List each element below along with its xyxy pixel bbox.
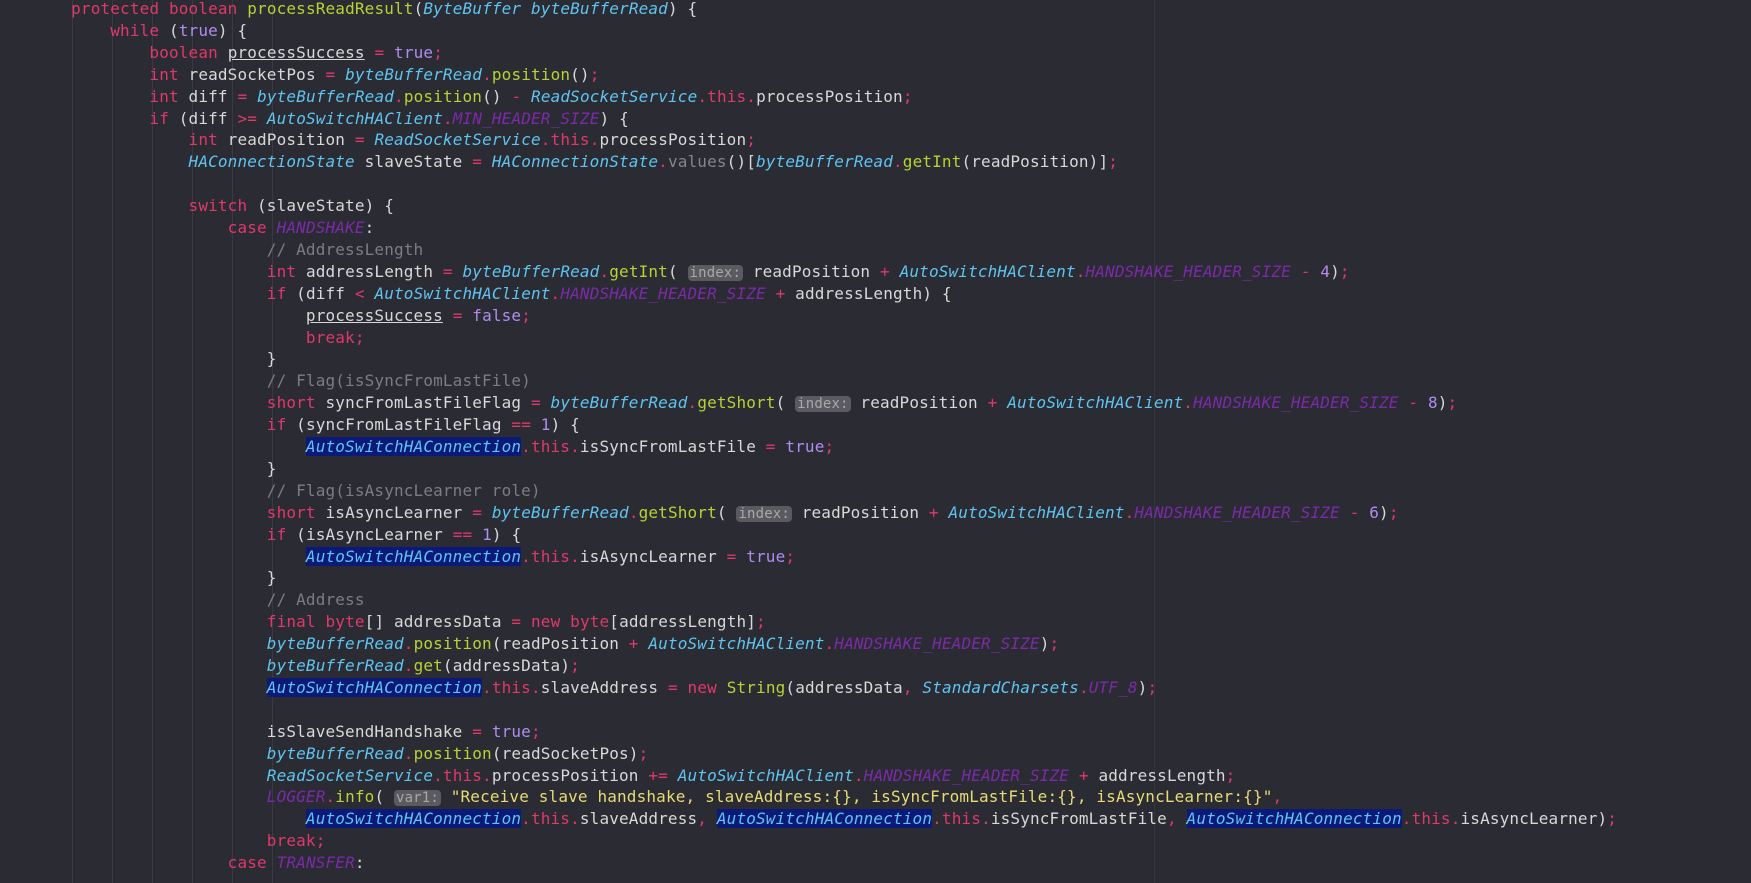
code-line[interactable]: int addressLength = byteBufferRead.getIn…	[32, 261, 1350, 283]
code-line[interactable]: // Flag(isAsyncLearner role)	[32, 480, 541, 502]
code-line[interactable]: processSuccess = false;	[32, 305, 531, 327]
code-editor[interactable]: protected boolean processReadResult(Byte…	[0, 0, 1751, 883]
code-line[interactable]: if (diff >= AutoSwitchHAClient.MIN_HEADE…	[32, 108, 629, 130]
code-line[interactable]: isSlaveSendHandshake = true;	[32, 721, 541, 743]
code-line[interactable]: // Flag(isSyncFromLastFile)	[32, 370, 531, 392]
code-line[interactable]: AutoSwitchHAConnection.this.slaveAddress…	[32, 677, 1157, 699]
code-line[interactable]: int readSocketPos = byteBufferRead.posit…	[32, 64, 600, 86]
code-line[interactable]: byteBufferRead.position(readSocketPos);	[32, 743, 648, 765]
code-line[interactable]: int diff = byteBufferRead.position() - R…	[32, 86, 913, 108]
code-line[interactable]: byteBufferRead.position(readPosition + A…	[32, 633, 1059, 655]
code-line[interactable]: if (diff < AutoSwitchHAClient.HANDSHAKE_…	[32, 283, 952, 305]
code-line[interactable]: AutoSwitchHAConnection.this.slaveAddress…	[32, 808, 1617, 830]
code-line[interactable]: while (true) {	[32, 20, 247, 42]
code-line[interactable]: }	[32, 458, 277, 480]
right-margin-guide	[1154, 0, 1155, 883]
code-line[interactable]: final byte[] addressData = new byte[addr…	[32, 611, 766, 633]
code-line[interactable]: switch (slaveState) {	[32, 195, 394, 217]
code-line[interactable]: }	[32, 348, 277, 370]
code-line[interactable]: boolean processSuccess = true;	[32, 42, 443, 64]
code-line[interactable]: case HANDSHAKE:	[32, 217, 375, 239]
code-line[interactable]: if (syncFromLastFileFlag == 1) {	[32, 414, 580, 436]
code-line[interactable]: break;	[32, 327, 365, 349]
code-line[interactable]: byteBufferRead.get(addressData);	[32, 655, 580, 677]
code-line[interactable]: }	[32, 567, 277, 589]
code-line[interactable]: AutoSwitchHAConnection.this.isAsyncLearn…	[32, 546, 795, 568]
code-line[interactable]: // Address	[32, 589, 365, 611]
code-line[interactable]: AutoSwitchHAConnection.this.isSyncFromLa…	[32, 436, 834, 458]
code-line[interactable]: LOGGER.info( var1: "Receive slave handsh…	[32, 786, 1282, 808]
code-line[interactable]: short syncFromLastFileFlag = byteBufferR…	[32, 392, 1457, 414]
code-line[interactable]: // AddressLength	[32, 239, 423, 261]
code-line[interactable]: case TRANSFER:	[32, 852, 365, 874]
code-line[interactable]: if (isAsyncLearner == 1) {	[32, 524, 521, 546]
code-line[interactable]: HAConnectionState slaveState = HAConnect…	[32, 151, 1118, 173]
code-line[interactable]: ReadSocketService.this.processPosition +…	[32, 765, 1236, 787]
code-line[interactable]: int readPosition = ReadSocketService.thi…	[32, 129, 756, 151]
code-line[interactable]: short isAsyncLearner = byteBufferRead.ge…	[32, 502, 1399, 524]
code-line[interactable]: break;	[32, 830, 326, 852]
code-line[interactable]: protected boolean processReadResult(Byte…	[32, 0, 697, 20]
